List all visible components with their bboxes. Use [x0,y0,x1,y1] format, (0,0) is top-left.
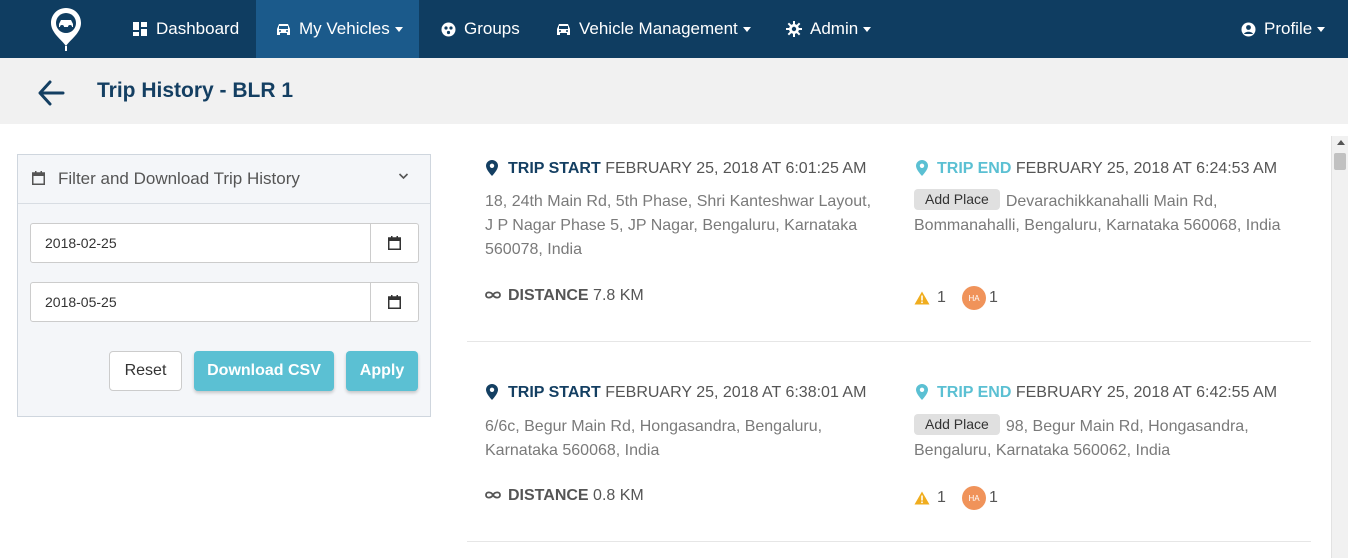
download-csv-button[interactable]: Download CSV [194,351,334,391]
page-title: Trip History - BLR 1 [97,79,294,102]
reset-button[interactable]: Reset [109,351,182,391]
trip-start-time: FEBRUARY 25, 2018 AT 6:38:01 AM [605,384,867,401]
harsh-acceleration-value: 1 [989,489,998,506]
warning-count-value: 1 [937,489,946,506]
distance-value: 7.8 KM [593,287,644,304]
trip-end-heading: TRIP END FEBRUARY 25, 2018 AT 6:42:55 AM [937,384,1277,402]
warning-count-value: 1 [937,289,946,306]
nav-my-vehicles-label: My Vehicles [299,19,390,38]
gear-icon [786,21,802,37]
infinity-icon [485,491,501,499]
nav-vehicle-management-label: Vehicle Management [579,19,738,38]
start-date-picker-button[interactable] [371,223,419,263]
vertical-scrollbar[interactable] [1331,136,1348,558]
scroll-thumb[interactable] [1334,153,1346,170]
chevron-down-icon [863,26,872,32]
nav-my-vehicles[interactable]: My Vehicles [256,0,419,58]
trip-end-label: TRIP END [937,160,1012,177]
add-place-button[interactable]: Add Place [914,414,1000,435]
map-pin-icon [486,384,498,400]
dashboard-icon [132,21,148,37]
end-date-input[interactable] [30,282,371,322]
harsh-acceleration-count[interactable]: HA 1 [962,286,998,310]
top-navbar: Dashboard My Vehicles Groups Vehicle Man… [0,0,1348,58]
end-date-picker-button[interactable] [371,282,419,322]
nav-groups-label: Groups [464,19,520,38]
nav-groups[interactable]: Groups [420,0,537,58]
trip-distance: DISTANCE 7.8 KM [508,287,644,305]
back-arrow-icon[interactable] [36,78,66,108]
infinity-icon [485,291,501,299]
nav-dashboard[interactable]: Dashboard [118,0,255,58]
trip-start-time: FEBRUARY 25, 2018 AT 6:01:25 AM [605,160,867,177]
trip-end-address: Add Place 98, Begur Main Rd, Hongasandra,… [914,414,1309,463]
distance-label: DISTANCE [508,487,589,504]
scroll-up-arrow-icon[interactable] [1337,140,1345,145]
start-date-input[interactable] [30,223,371,263]
locator-pin-logo[interactable] [48,6,84,52]
distance-value: 0.8 KM [593,487,644,504]
trip-start-heading: TRIP START FEBRUARY 25, 2018 AT 6:38:01 … [508,384,866,402]
warning-icon [914,291,930,305]
filter-panel: Filter and Download Trip History Reset D… [17,154,431,417]
apply-button[interactable]: Apply [346,351,418,391]
trip-end-heading: TRIP END FEBRUARY 25, 2018 AT 6:24:53 AM [937,160,1277,178]
harsh-acceleration-value: 1 [989,289,998,306]
trip-divider [467,341,1311,342]
trip-end-time: FEBRUARY 25, 2018 AT 6:42:55 AM [1015,384,1278,401]
filter-panel-header[interactable]: Filter and Download Trip History [18,155,430,204]
calendar-icon [388,295,401,309]
trip-start-label: TRIP START [508,384,601,401]
warning-icon [914,491,930,505]
chevron-down-icon [742,26,751,32]
map-pin-icon [486,160,498,176]
warning-count[interactable]: 1 [914,286,946,310]
nav-profile[interactable]: Profile [1226,0,1341,58]
distance-label: DISTANCE [508,287,589,304]
trip-start-label: TRIP START [508,160,601,177]
nav-admin-label: Admin [810,19,859,38]
warning-count[interactable]: 1 [914,486,946,510]
trip-distance: DISTANCE 0.8 KM [508,487,644,505]
filter-panel-title: Filter and Download Trip History [58,169,300,188]
trip-start-address: 18, 24th Main Rd, 5th Phase, Shri Kantes… [485,193,872,258]
calendar-icon [388,236,401,250]
harsh-acceleration-count[interactable]: HA 1 [962,486,998,510]
trip-end-label: TRIP END [937,384,1012,401]
trip-divider [467,541,1311,542]
trip-end-address: Add Place Devarachikkanahalli Main Rd, Bo… [914,189,1309,238]
calendar-icon [32,171,45,185]
chevron-down-icon [394,26,403,32]
harsh-acceleration-icon: HA [962,486,986,510]
car-icon [275,21,291,37]
user-circle-icon [1240,21,1256,37]
map-pin-icon [916,160,928,176]
chevron-down-icon[interactable] [398,172,409,180]
trip-end-time: FEBRUARY 25, 2018 AT 6:24:53 AM [1015,160,1278,177]
nav-vehicle-management[interactable]: Vehicle Management [538,0,766,58]
harsh-acceleration-icon: HA [962,286,986,310]
nav-dashboard-label: Dashboard [156,19,240,38]
car-icon [555,21,571,37]
map-pin-icon [916,384,928,400]
nav-admin[interactable]: Admin [768,0,888,58]
trip-start-heading: TRIP START FEBRUARY 25, 2018 AT 6:01:25 … [508,160,866,178]
add-place-button[interactable]: Add Place [914,189,1000,210]
trip-start-address: 6/6c, Begur Main Rd, Hongasandra, Bengal… [485,418,823,459]
nav-profile-label: Profile [1264,19,1313,38]
groups-icon [440,21,456,37]
chevron-down-icon [1317,26,1326,32]
